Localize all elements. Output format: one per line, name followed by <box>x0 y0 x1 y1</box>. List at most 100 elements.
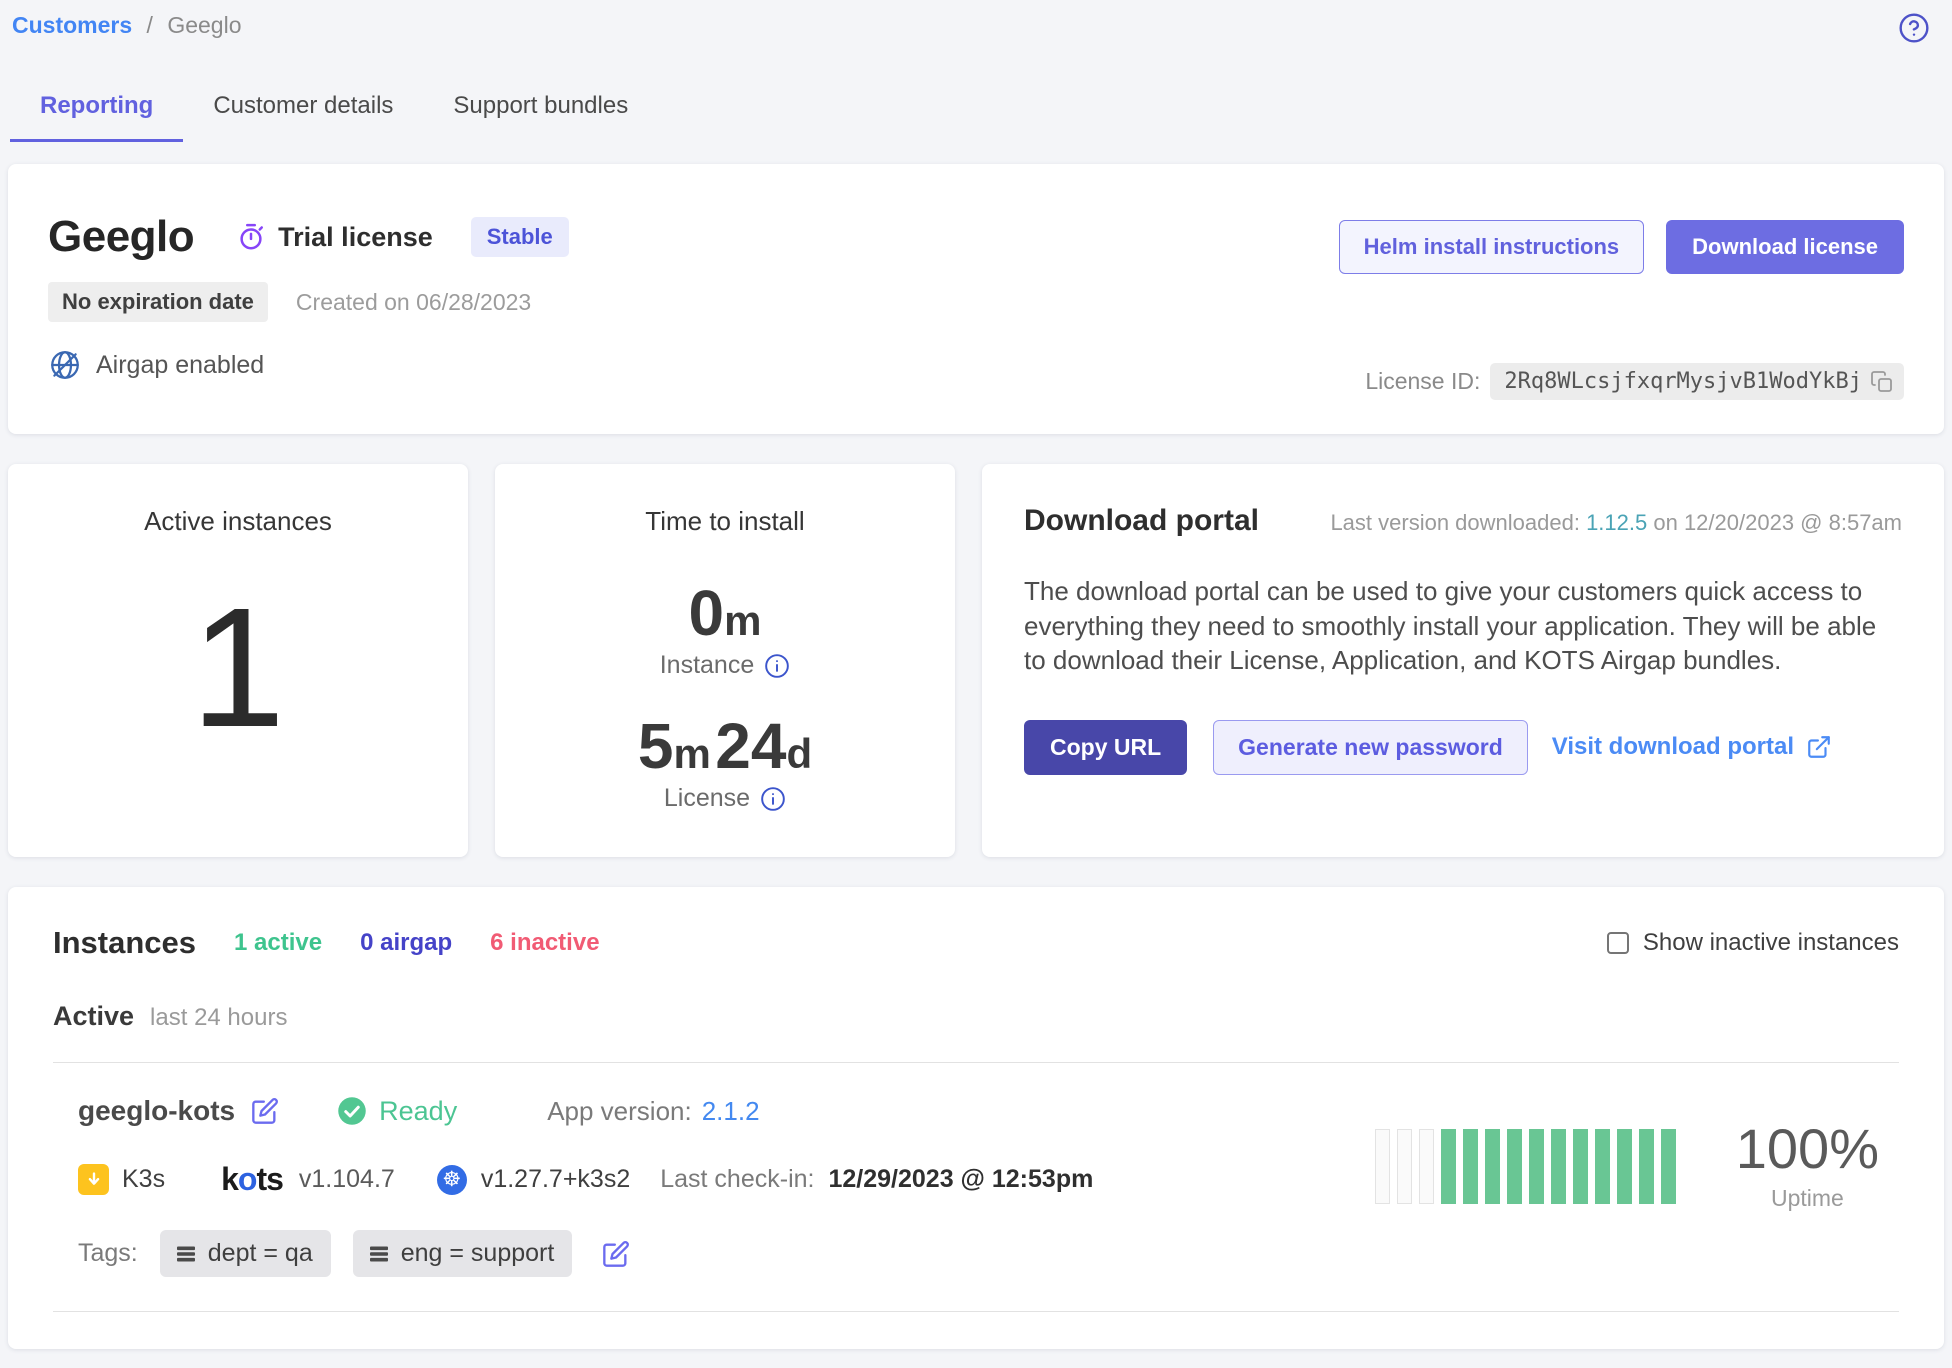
copy-url-button[interactable]: Copy URL <box>1024 720 1187 775</box>
kubernetes-version: v1.27.7+k3s2 <box>481 1165 630 1194</box>
license-id-row: License ID: 2Rq8WLcsjfxqrMysjvB1WodYkBj <box>1365 363 1904 400</box>
edit-instance-name-icon[interactable] <box>251 1097 279 1125</box>
kubernetes-icon: ☸ <box>437 1165 467 1195</box>
license-install-time: 5m 24d <box>495 714 955 778</box>
visit-download-portal-link[interactable]: Visit download portal <box>1552 733 1832 761</box>
breadcrumb: Customers / Geeglo <box>12 12 1944 39</box>
last-version-link[interactable]: 1.12.5 <box>1586 510 1647 535</box>
instance-status-label: Ready <box>379 1096 457 1127</box>
expiration-badge: No expiration date <box>48 282 268 322</box>
divider <box>53 1311 1899 1312</box>
tab-reporting[interactable]: Reporting <box>10 78 183 142</box>
k3s-icon <box>78 1164 109 1195</box>
instance-name: geeglo-kots <box>78 1095 235 1127</box>
airgap-label: Airgap enabled <box>96 351 264 380</box>
uptime-percentage: 100% <box>1736 1121 1879 1177</box>
edit-tags-icon[interactable] <box>602 1240 630 1268</box>
active-instances-card: Active instances 1 <box>8 464 468 857</box>
license-time-unit-2: d <box>786 730 812 777</box>
license-time-number-1: 5 <box>638 710 674 782</box>
instance-time-number: 0 <box>689 577 725 649</box>
tags-label: Tags: <box>78 1239 138 1268</box>
instance-time-unit: m <box>724 597 761 644</box>
show-inactive-toggle[interactable]: Show inactive instances <box>1607 929 1899 957</box>
download-portal-title: Download portal <box>1024 504 1259 538</box>
uptime-bar-filled <box>1639 1129 1654 1204</box>
last-version-date: on 12/20/2023 @ 8:57am <box>1653 510 1902 535</box>
uptime-bar-filled <box>1551 1129 1566 1204</box>
help-icon[interactable] <box>1898 12 1930 44</box>
license-id-label: License ID: <box>1365 368 1480 395</box>
active-section-range: last 24 hours <box>150 1004 287 1032</box>
active-count[interactable]: 1 active <box>234 929 322 957</box>
uptime-bar-filled <box>1463 1129 1478 1204</box>
instances-card: Instances 1 active 0 airgap 6 inactive S… <box>8 887 1944 1349</box>
visit-download-portal-label: Visit download portal <box>1552 733 1794 761</box>
kots-logo: kots <box>221 1161 283 1198</box>
license-type-label: Trial license <box>278 222 433 253</box>
uptime-bars <box>1375 1129 1676 1204</box>
customer-name: Geeglo <box>48 212 194 262</box>
last-checkin-value: 12/29/2023 @ 12:53pm <box>828 1165 1093 1194</box>
tab-customer-details[interactable]: Customer details <box>183 78 423 142</box>
customer-reporting-page: Customers / Geeglo Reporting Customer de… <box>0 0 1952 1368</box>
channel-badge: Stable <box>471 217 569 257</box>
kots-logo-o: o <box>238 1161 257 1197</box>
app-version: App version: 2.1.2 <box>547 1096 759 1127</box>
uptime-stat: 100% Uptime <box>1736 1121 1879 1212</box>
info-icon[interactable] <box>760 786 786 812</box>
distribution-label: K3s <box>122 1165 165 1194</box>
airgap-status: Airgap enabled <box>48 348 264 382</box>
uptime-bar-empty <box>1397 1129 1412 1204</box>
instance-row: geeglo-kots Ready App version: 2.1.2 <box>53 1063 1899 1311</box>
active-instances-title: Active instances <box>8 506 468 537</box>
instance-time-label: Instance <box>660 651 755 680</box>
show-inactive-checkbox[interactable] <box>1607 932 1629 954</box>
instance-time-label-row: Instance <box>495 651 955 680</box>
info-icon[interactable] <box>764 653 790 679</box>
inactive-count[interactable]: 6 inactive <box>490 929 599 957</box>
instances-title: Instances <box>53 925 196 961</box>
tag-chip: eng = support <box>353 1230 573 1277</box>
tab-support-bundles[interactable]: Support bundles <box>423 78 658 142</box>
last-checkin-label: Last check-in: <box>660 1165 814 1194</box>
tag-chip: dept = qa <box>160 1230 331 1277</box>
uptime-bar-filled <box>1441 1129 1456 1204</box>
breadcrumb-customers-link[interactable]: Customers <box>12 12 132 38</box>
uptime-bar-filled <box>1661 1129 1676 1204</box>
active-section-label: Active <box>53 1001 134 1032</box>
download-license-button[interactable]: Download license <box>1666 220 1904 274</box>
download-portal-card: Download portal Last version downloaded:… <box>982 464 1944 857</box>
stats-row: Active instances 1 Time to install 0m In… <box>8 464 1944 857</box>
uptime-bar-empty <box>1375 1129 1390 1204</box>
uptime-bar-filled <box>1529 1129 1544 1204</box>
generate-new-password-button[interactable]: Generate new password <box>1213 720 1528 775</box>
instance-install-time: 0m <box>495 581 955 645</box>
timer-icon <box>236 222 266 252</box>
download-portal-description: The download portal can be used to give … <box>1024 574 1902 678</box>
last-checkin: Last check-in: 12/29/2023 @ 12:53pm <box>660 1165 1093 1194</box>
kots-version: v1.104.7 <box>299 1165 395 1194</box>
license-time-unit-1: m <box>673 730 710 777</box>
uptime-bar-filled <box>1617 1129 1632 1204</box>
app-version-label: App version: <box>547 1096 692 1127</box>
app-version-link[interactable]: 2.1.2 <box>702 1096 760 1127</box>
copy-icon[interactable] <box>1862 370 1894 394</box>
airgap-count[interactable]: 0 airgap <box>360 929 452 957</box>
show-inactive-label: Show inactive instances <box>1643 929 1899 957</box>
tag-label: dept = qa <box>208 1239 313 1268</box>
ready-check-icon <box>337 1096 367 1126</box>
last-version-downloaded: Last version downloaded: 1.12.5 on 12/20… <box>1330 510 1902 536</box>
license-summary-card: Geeglo Trial license Stable No expiratio… <box>8 164 1944 434</box>
tag-bars-icon <box>367 1242 391 1266</box>
active-instances-value: 1 <box>8 583 468 753</box>
time-to-install-card: Time to install 0m Instance 5m 24d Licen… <box>495 464 955 857</box>
topbar: Customers / Geeglo <box>8 12 1944 50</box>
breadcrumb-current: Geeglo <box>167 12 241 38</box>
license-time-number-2: 24 <box>715 710 786 782</box>
instance-status: Ready <box>337 1096 457 1127</box>
helm-install-instructions-button[interactable]: Helm install instructions <box>1339 220 1645 274</box>
kots-logo-k: k <box>221 1161 238 1197</box>
uptime-bar-filled <box>1595 1129 1610 1204</box>
license-id-chip: 2Rq8WLcsjfxqrMysjvB1WodYkBj <box>1490 363 1904 400</box>
